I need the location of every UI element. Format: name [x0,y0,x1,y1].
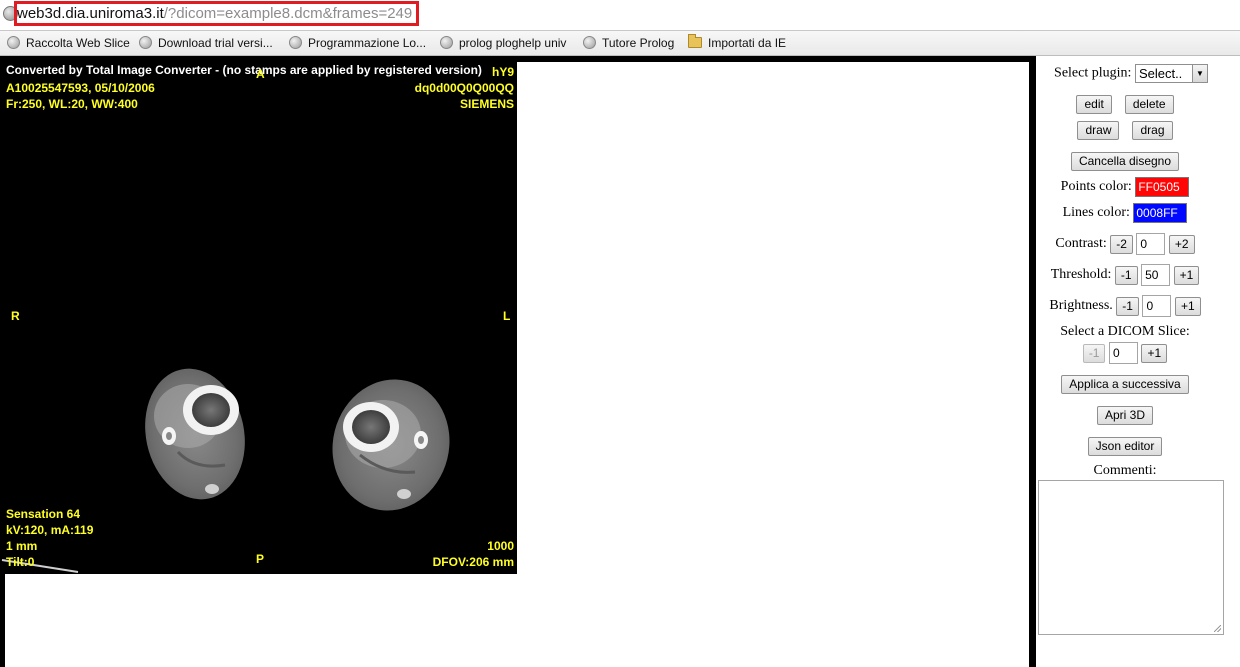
apply-next-row: Applica a successiva [1036,375,1214,394]
bookmark-programmazione[interactable]: Programmazione Lo... [289,34,426,52]
contrast-row: Contrast: -2 0 +2 [1036,233,1214,255]
bookmark-prolog-ploghelp[interactable]: prolog ploghelp univ [440,34,566,52]
bookmark-tutore-prolog[interactable]: Tutore Prolog [583,34,674,52]
draw-button[interactable]: draw [1077,121,1120,140]
lines-color-label: Lines color: [1062,205,1130,220]
globe-icon [440,36,453,49]
threshold-decrease-button[interactable]: -1 [1114,265,1138,285]
scanner-model: Sensation 64 [6,507,81,521]
chevron-down-icon[interactable]: ▼ [1191,65,1207,82]
brightness-input[interactable]: 0 [1142,295,1172,317]
dfov: DFOV:206 mm [432,555,514,569]
brightness-label: Brightness. [1049,298,1113,313]
globe-icon [289,36,302,49]
slice-position: 1000 [487,539,514,553]
threshold-input[interactable]: 50 [1141,264,1171,286]
json-editor-row: Json editor [1036,437,1214,456]
left-leg-section [145,368,245,500]
drag-button[interactable]: drag [1132,121,1173,140]
url-path: /?dicom=example8.dcm&frames=249 [163,5,413,22]
kv-ma: kV:120, mA:119 [6,523,94,537]
lines-color-row: Lines color: 0008FF [1036,203,1214,223]
bookmark-label: Raccolta Web Slice [26,36,130,50]
contrast-decrease-button[interactable]: -2 [1110,234,1133,254]
brightness-row: Brightness. -1 0 +1 [1036,295,1214,317]
edit-delete-row: edit delete [1036,95,1214,114]
delete-button[interactable]: delete [1124,95,1174,114]
apply-next-button[interactable]: Applica a successiva [1061,375,1189,394]
right-leg-section [332,379,450,511]
threshold-row: Threshold: -1 50 +1 [1036,264,1214,286]
bookmark-download-trial[interactable]: Download trial versi... [139,34,273,52]
study-code: hY9 [491,65,514,79]
plugin-select-value: Select.. [1138,66,1183,81]
bookmark-label: Download trial versi... [158,36,273,50]
threshold-label: Threshold: [1050,267,1112,282]
url-domain: web3d.dia.uniroma3.it [17,5,164,22]
contrast-label: Contrast: [1055,236,1107,251]
globe-icon [7,36,20,49]
bookmark-label: Tutore Prolog [602,36,675,50]
bookmark-raccolta-web-slice[interactable]: Raccolta Web Slice [7,34,130,52]
bookmark-label: Importati da IE [708,36,787,50]
tilt: Tilt:0 [6,555,35,569]
contrast-input[interactable]: 0 [1136,233,1166,255]
draw-drag-row: draw drag [1036,121,1214,140]
contrast-increase-button[interactable]: +2 [1168,234,1195,254]
json-editor-button[interactable]: Json editor [1087,437,1163,456]
clear-drawing-row: Cancella disegno [1036,152,1214,171]
lines-color-input[interactable]: 0008FF [1133,203,1188,223]
comments-textarea[interactable] [1038,480,1224,635]
points-color-input[interactable]: FF0505 [1135,177,1190,197]
globe-icon [583,36,596,49]
open-3d-row: Apri 3D [1036,406,1214,425]
brightness-decrease-button[interactable]: -1 [1116,296,1139,316]
patient-id-date: A10025547593, 05/10/2006 [6,81,155,95]
points-color-row: Points color: FF0505 [1036,177,1214,197]
points-color-label: Points color: [1060,179,1132,194]
open-3d-button[interactable]: Apri 3D [1096,406,1153,425]
orientation-anterior: A [256,67,265,81]
comments-label: Commenti: [1093,463,1157,478]
clear-drawing-button[interactable]: Cancella disegno [1070,152,1180,171]
window-settings: Fr:250, WL:20, WW:400 [6,97,138,111]
slice-thickness: 1 mm [6,539,38,553]
select-plugin-label: Select plugin: [1054,65,1132,81]
edit-button[interactable]: edit [1076,95,1112,114]
ct-scan-image [1,368,450,573]
bookmark-label: prolog ploghelp univ [459,36,567,50]
series-id: dq0d00Q0Q00QQ [414,81,514,95]
plugin-select[interactable]: Select.. ▼ [1134,64,1208,83]
converter-banner: Converted by Total Image Converter - (no… [6,63,482,77]
slice-input[interactable]: 0 [1108,342,1138,364]
address-url[interactable]: web3d.dia.uniroma3.it/?dicom=example8.dc… [17,5,412,23]
slice-label: Select a DICOM Slice: [1060,324,1190,339]
orientation-posterior: P [256,552,265,566]
bookmark-label: Programmazione Lo... [308,36,427,50]
slice-previous-button[interactable]: -1 [1082,343,1106,363]
threshold-increase-button[interactable]: +1 [1173,265,1200,285]
brightness-increase-button[interactable]: +1 [1174,296,1201,316]
bookmark-importati-da-ie[interactable]: Importati da IE [688,34,786,52]
orientation-right: R [11,309,20,323]
select-plugin-row: Select plugin: Select.. ▼ [1042,64,1220,83]
manufacturer: SIEMENS [459,97,514,111]
globe-icon [139,36,152,49]
resize-handle-icon[interactable] [1214,625,1221,632]
control-panel: Select plugin: Select.. ▼ edit delete dra… [1036,56,1240,667]
folder-icon [688,34,702,48]
slice-next-button[interactable]: +1 [1141,343,1168,363]
address-bar[interactable]: web3d.dia.uniroma3.it/?dicom=example8.dc… [0,0,1240,31]
dicom-image[interactable]: Converted by Total Image Converter - (no… [0,60,517,574]
bookmarks-bar: Raccolta Web Slice Download trial versi.… [0,31,1240,56]
slice-row: -1 0 +1 [1036,342,1214,364]
orientation-left: L [503,309,511,323]
